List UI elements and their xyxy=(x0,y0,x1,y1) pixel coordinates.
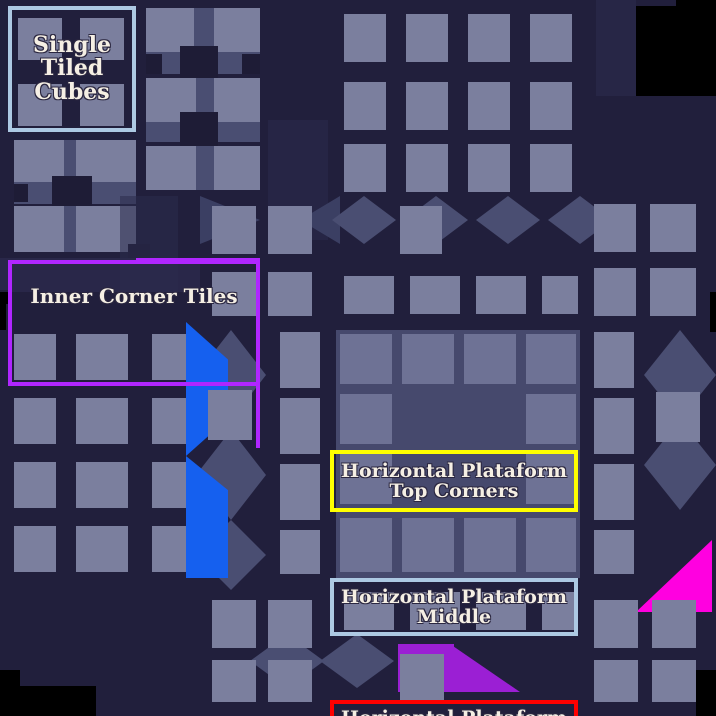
bg-tile xyxy=(146,54,162,74)
bg-tile xyxy=(406,144,448,192)
bg-tile xyxy=(268,272,312,316)
bg-tile xyxy=(242,54,260,74)
label-text: Single Tiled Cubes xyxy=(33,32,111,105)
bg-tile xyxy=(340,394,392,444)
bg-tile xyxy=(14,184,28,202)
bg-tile xyxy=(530,82,572,130)
bg-tile xyxy=(196,146,214,190)
bg-tile xyxy=(400,654,444,702)
bg-tile xyxy=(14,462,56,508)
label-inner-corner-tiles-ext xyxy=(136,258,260,448)
bg-tile xyxy=(468,14,510,62)
bg-tile xyxy=(464,518,516,572)
bg-tile xyxy=(212,660,256,702)
bg-tile xyxy=(402,518,454,572)
bg-tile xyxy=(400,206,442,254)
bg-tile xyxy=(214,78,260,122)
bg-tile xyxy=(344,14,386,62)
bg-tile xyxy=(594,204,636,252)
bg-tile xyxy=(594,660,638,702)
bg-tile xyxy=(268,206,312,254)
bg-tile xyxy=(476,276,526,314)
bg-tile xyxy=(14,206,64,252)
bg-tile xyxy=(526,394,576,444)
bg-tile xyxy=(214,8,260,52)
bg-tile xyxy=(76,462,128,508)
bg-tile xyxy=(406,82,448,130)
bg-tile xyxy=(280,398,320,454)
bg-tile xyxy=(468,82,510,130)
bg-band xyxy=(596,0,636,96)
notch-top-right xyxy=(676,0,716,96)
bg-tile xyxy=(212,206,256,254)
bg-tile xyxy=(146,146,202,190)
label-single-tiled-cubes[interactable]: Single Tiled Cubes xyxy=(8,6,136,132)
bg-tile xyxy=(280,464,320,520)
bg-tile xyxy=(214,146,260,190)
bg-tile xyxy=(180,112,218,146)
bg-tile xyxy=(650,204,696,252)
bg-tile xyxy=(268,660,312,702)
bg-tile xyxy=(344,276,394,314)
bg-tile xyxy=(526,518,576,572)
bg-tile xyxy=(64,206,76,252)
label-text: Horizontal Plataform Middle xyxy=(341,585,567,628)
label-horizontal-platform-middle[interactable]: Horizontal Plataform Middle xyxy=(330,578,578,636)
tileset-annotation-canvas: Single Tiled Cubes Inner Corner Tiles Ho… xyxy=(0,0,716,716)
bg-tile xyxy=(212,600,256,648)
bg-tile xyxy=(14,398,56,444)
bg-tile xyxy=(280,530,320,574)
bg-tile xyxy=(530,14,572,62)
label-text: Horizontal Plataform Top Corners xyxy=(341,459,567,502)
bg-tile xyxy=(652,660,696,702)
bg-tile xyxy=(652,600,696,648)
bg-tile xyxy=(530,144,572,192)
bg-tile xyxy=(594,464,634,520)
bg-tile xyxy=(594,530,634,574)
notch-right-mid xyxy=(710,292,716,332)
notch-bottom-left xyxy=(0,686,96,716)
bg-tile xyxy=(594,600,638,648)
bg-tile xyxy=(14,526,56,572)
bg-tile xyxy=(180,46,218,80)
bg-tile xyxy=(594,268,636,316)
bg-tile xyxy=(594,332,634,388)
bg-tile xyxy=(344,144,386,192)
bg-tile xyxy=(650,268,696,316)
bg-tile xyxy=(542,276,578,314)
bg-tile xyxy=(402,334,454,384)
bg-tile xyxy=(468,144,510,192)
label-horizontal-platform-top-corners[interactable]: Horizontal Plataform Top Corners xyxy=(330,450,578,512)
bg-tile xyxy=(410,276,460,314)
bg-tile xyxy=(464,334,516,384)
bg-tile xyxy=(280,332,320,388)
bg-tile xyxy=(76,398,128,444)
bg-tile xyxy=(340,518,392,572)
bg-tile xyxy=(344,82,386,130)
bg-tile xyxy=(594,398,634,454)
bg-tile xyxy=(526,334,576,384)
notch-left-upper xyxy=(0,300,6,330)
bg-tile xyxy=(406,14,448,62)
bg-tile xyxy=(656,392,700,442)
bg-tile xyxy=(268,600,312,648)
bg-tile xyxy=(340,334,392,384)
label-horizontal-platform-bottom-corners[interactable]: Horizontal Plataform Bottom Corners xyxy=(330,700,578,716)
bg-tile xyxy=(76,526,128,572)
label-text: Horizontal Plataform Bottom Corners xyxy=(341,708,567,716)
